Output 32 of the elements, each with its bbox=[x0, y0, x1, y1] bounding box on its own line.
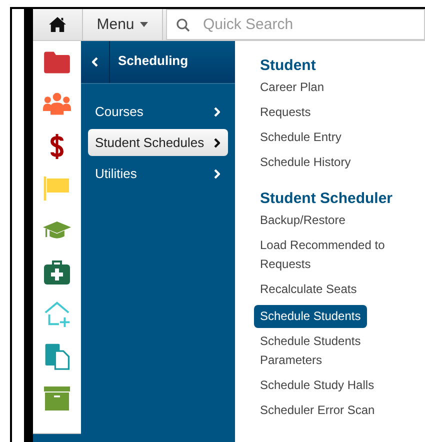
folder-icon[interactable] bbox=[43, 49, 71, 76]
home-icon[interactable] bbox=[48, 16, 67, 33]
menu-link[interactable]: Schedule Students Parameters bbox=[254, 332, 396, 376]
chevron-left-icon bbox=[92, 57, 98, 67]
menu-link[interactable]: Schedule Students bbox=[254, 305, 367, 328]
menu-link[interactable]: Scheduler Error Scan bbox=[254, 401, 381, 426]
search-icon bbox=[176, 18, 190, 32]
archive-box-icon[interactable] bbox=[43, 385, 71, 412]
menu-button[interactable]: Menu bbox=[83, 9, 163, 40]
submenu-title: Scheduling bbox=[117, 52, 188, 70]
menu-link[interactable]: Recalculate Seats bbox=[254, 280, 363, 305]
documents-icon[interactable] bbox=[43, 343, 71, 370]
chevron-right-icon bbox=[214, 106, 220, 116]
section-heading: Student Scheduler bbox=[260, 190, 393, 207]
submenu-item[interactable]: Courses bbox=[88, 98, 228, 125]
chevron-right-icon bbox=[214, 168, 220, 178]
menu-link[interactable]: Schedule Entry bbox=[254, 128, 348, 153]
caret-icon bbox=[140, 22, 148, 27]
submenu-item[interactable]: Utilities bbox=[88, 160, 228, 187]
house-plus-icon[interactable] bbox=[43, 301, 71, 328]
submenu-item[interactable]: Student Schedules bbox=[88, 129, 228, 156]
menu-link[interactable]: Schedule History bbox=[254, 153, 357, 178]
menu-link[interactable]: Load Recommended to Requests bbox=[254, 236, 396, 280]
section-heading: Student bbox=[260, 57, 316, 74]
menu-link[interactable]: Requests bbox=[254, 103, 317, 128]
first-aid-kit-icon[interactable] bbox=[43, 259, 71, 286]
chevron-right-icon bbox=[214, 138, 220, 148]
menu-link[interactable]: Schedule Study Halls bbox=[254, 376, 380, 401]
menu-link[interactable]: Career Plan bbox=[254, 78, 330, 103]
search-field[interactable]: Quick Search bbox=[166, 9, 425, 40]
people-icon[interactable] bbox=[43, 91, 71, 118]
menu-link[interactable]: Backup/Restore bbox=[254, 211, 352, 236]
